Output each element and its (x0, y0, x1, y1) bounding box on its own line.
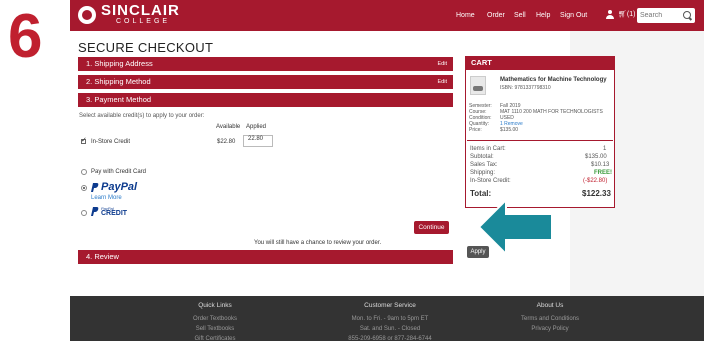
paypal-radio[interactable] (81, 185, 87, 191)
items-in-cart-label: Items in Cart: (470, 146, 506, 152)
footer-service-text: Sat. and Sun. - Closed (359, 326, 421, 332)
step-shipping-method[interactable]: 2. Shipping Method Edit (78, 75, 453, 89)
subtotal-value: $135.00 (585, 154, 607, 160)
step-review: 4. Review (78, 250, 453, 264)
shipping-value: FREE! (594, 170, 612, 176)
pointer-arrow-icon (477, 197, 553, 257)
search-box[interactable] (637, 8, 695, 23)
footer-about-heading: About Us (536, 302, 564, 309)
nav-order[interactable]: Order (487, 11, 505, 20)
footer-link[interactable]: Gift Certificates (175, 335, 255, 343)
continue-button[interactable]: Continue (414, 221, 449, 234)
sales-tax-label: Sales Tax: (470, 162, 498, 168)
book-thumbnail (470, 76, 486, 95)
store-credit-summary-label: In-Store Credit: (470, 178, 511, 184)
cart-icon: 🛒︎ (618, 11, 627, 18)
step-number: 6 (8, 2, 43, 71)
credit-prompt: Select available credit(s) to apply to y… (79, 113, 205, 119)
items-in-cart-value: 1 (603, 146, 607, 152)
user-icon[interactable] (606, 10, 614, 19)
book-title: Mathematics for Machine Technology (500, 77, 607, 83)
footer-quick-links-heading: Quick Links (198, 302, 232, 309)
store-credit-summary-value: (-$22.80) (583, 178, 608, 184)
applied-col-header: Applied (246, 124, 267, 130)
check-icon: ✓ (81, 137, 87, 144)
footer-service-text: Mon. to Fri. - 9am to 5pm ET (351, 316, 429, 322)
step-payment-method: 3. Payment Method (78, 93, 453, 107)
footer-phone[interactable]: 855-209-6958 or 877-284-6744 (335, 335, 445, 343)
store-credit-available: $22.80 (217, 139, 236, 145)
credit-card-label: Pay with Credit Card (91, 169, 147, 175)
search-icon[interactable] (683, 11, 691, 19)
cart-heading: CART (465, 56, 615, 70)
cart-field-value: MAT 1110 200 MATH FOR TECHNOLOGISTS (500, 109, 603, 115)
edit-shipping-address-link[interactable]: Edit (438, 57, 447, 71)
store-credit-applied-input[interactable]: 22.80 (243, 135, 273, 147)
paypal-label[interactable]: PayPal (101, 181, 137, 193)
search-input[interactable] (640, 10, 680, 21)
cart-field-label: Price: (469, 127, 482, 133)
top-navbar: SINCLAIR COLLEGE Home Order Sell Help Si… (70, 0, 704, 31)
footer-service-heading: Customer Service (364, 302, 416, 309)
brand-sub: COLLEGE (116, 18, 171, 25)
step-label: 3. Payment Method (86, 95, 152, 104)
paypal-credit-logo-icon (91, 207, 99, 216)
review-note: You will still have a chance to review y… (254, 240, 382, 246)
available-col-header: Available (216, 124, 241, 130)
credit-card-radio[interactable] (81, 169, 87, 175)
nav-home[interactable]: Home (456, 11, 475, 20)
page-title: SECURE CHECKOUT (78, 40, 214, 55)
step-label: 2. Shipping Method (86, 77, 151, 86)
brand-name[interactable]: SINCLAIR (101, 3, 180, 19)
cart-field-value: $135.00 (500, 127, 519, 133)
step-label: 1. Shipping Address (86, 59, 153, 68)
book-isbn: ISBN: 9781337798310 (500, 85, 551, 91)
nav-help[interactable]: Help (536, 11, 550, 20)
footer-link[interactable]: Order Textbooks (175, 315, 255, 323)
subtotal-label: Subtotal: (470, 154, 494, 160)
edit-shipping-method-link[interactable]: Edit (438, 75, 447, 89)
nav-sell[interactable]: Sell (514, 11, 526, 20)
store-credit-label: In-Store Credit (91, 139, 131, 145)
footer-link[interactable]: Terms and Conditions (505, 315, 595, 323)
total-value: $122.33 (582, 189, 611, 198)
sinclair-logo-icon[interactable] (78, 6, 96, 24)
footer-link[interactable]: Privacy Policy (505, 325, 595, 333)
paypal-credit-label[interactable]: CREDIT (101, 210, 127, 218)
cart-count: (1) (626, 11, 636, 18)
sales-tax-value: $10.13 (591, 162, 610, 168)
step-label: 4. Review (86, 252, 119, 261)
paypal-logo-icon (91, 183, 99, 192)
cart-link[interactable]: 🛒︎(1) (618, 10, 635, 19)
paypal-credit-radio[interactable] (81, 210, 87, 216)
shipping-label: Shipping: (470, 170, 496, 176)
footer-link[interactable]: Sell Textbooks (175, 325, 255, 333)
step-shipping-address[interactable]: 1. Shipping Address Edit (78, 57, 453, 71)
paypal-learn-more-link[interactable]: Learn More (91, 194, 122, 202)
nav-sign-out[interactable]: Sign Out (560, 11, 587, 20)
cart-divider (467, 140, 613, 141)
